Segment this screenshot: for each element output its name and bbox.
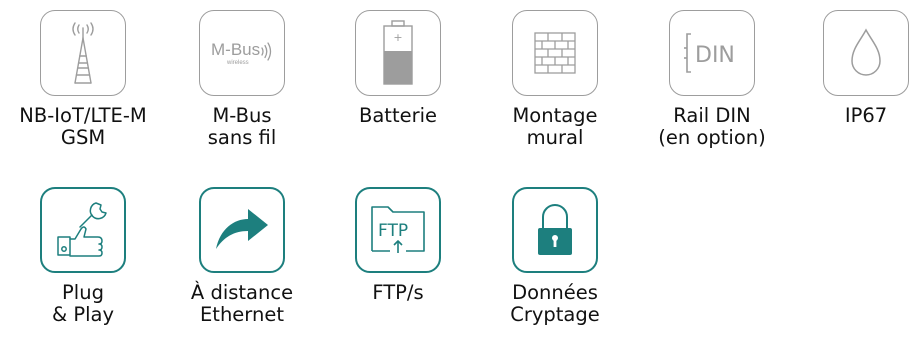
feature-label: M-Bus sans fil — [208, 105, 277, 149]
feature-label-line1: Batterie — [358, 104, 438, 127]
mbus-icon-text: M-Bus — [211, 40, 260, 59]
feature-label-line1: À distance — [190, 281, 294, 304]
feature-label-line2: mural — [526, 126, 584, 149]
feature-label-line2: (en option) — [658, 126, 766, 149]
feature-label: Plug & Play — [52, 282, 114, 326]
feature-wall: Montage mural — [475, 10, 635, 149]
battery-plus-sign: + — [393, 31, 402, 44]
antenna-tower-icon — [72, 22, 94, 84]
feature-mbus: M-Bus wireless M-Bus sans fil — [162, 10, 322, 149]
feature-crypto: Données Cryptage — [475, 187, 635, 326]
tile-mbus: M-Bus wireless — [199, 10, 285, 96]
feature-label: Batterie — [359, 105, 437, 127]
din-icon-text: DIN — [695, 43, 735, 68]
share-arrow-icon — [216, 209, 268, 249]
feature-ip67: IP67 — [786, 10, 912, 127]
feature-label-line2: Cryptage — [510, 303, 600, 326]
mbus-wireless-icon: M-Bus wireless — [211, 40, 272, 66]
water-drop-icon — [851, 28, 881, 76]
feature-label-line1: FTP/s — [372, 281, 424, 304]
feature-label-line1: IP67 — [844, 104, 888, 127]
tile-nb-iot — [40, 10, 126, 96]
tile-din: DIN — [669, 10, 755, 96]
tile-battery: + — [355, 10, 441, 96]
tile-remote — [199, 187, 285, 273]
feature-label: FTP/s — [372, 282, 423, 304]
feature-ftp: FTP FTP/s — [318, 187, 478, 304]
ftp-icon-text: FTP — [378, 221, 408, 241]
feature-label-line2: Ethernet — [199, 303, 284, 326]
ftp-folder-icon: FTP — [371, 206, 425, 253]
feature-label-line1: Plug — [62, 281, 104, 304]
tile-plug-play — [40, 187, 126, 273]
thumbs-up-wrench-icon — [57, 202, 107, 257]
feature-label-line1: Montage — [512, 104, 598, 127]
feature-label: Données Cryptage — [510, 282, 600, 326]
feature-label: NB-IoT/LTE-M GSM — [19, 105, 146, 149]
feature-label: Montage mural — [512, 105, 597, 149]
mbus-icon-subtext: wireless — [226, 60, 249, 66]
tile-wall — [512, 10, 598, 96]
feature-label-line1: NB-IoT/LTE-M — [19, 104, 147, 127]
feature-battery: + Batterie — [318, 10, 478, 127]
battery-icon: + — [383, 20, 413, 85]
feature-label-line2: sans fil — [207, 126, 277, 149]
feature-label: Rail DIN (en option) — [658, 105, 765, 149]
tile-ip67 — [823, 10, 909, 96]
feature-din: DIN Rail DIN (en option) — [632, 10, 792, 149]
din-rail-icon: DIN — [684, 33, 735, 73]
feature-label-line1: Données — [512, 281, 598, 304]
feature-remote: À distance Ethernet — [162, 187, 322, 326]
feature-label-line2: & Play — [51, 303, 115, 326]
tile-ftp: FTP — [355, 187, 441, 273]
brick-wall-icon — [534, 32, 576, 74]
padlock-icon — [538, 204, 572, 255]
feature-label-line1: M-Bus — [212, 104, 272, 127]
feature-label: IP67 — [845, 105, 887, 127]
feature-label-line1: Rail DIN — [673, 104, 751, 127]
feature-label: À distance Ethernet — [191, 282, 293, 326]
feature-plug-play: Plug & Play — [3, 187, 163, 326]
tile-crypto — [512, 187, 598, 273]
feature-label-line2: GSM — [60, 126, 106, 149]
feature-nb-iot: NB-IoT/LTE-M GSM — [3, 10, 163, 149]
